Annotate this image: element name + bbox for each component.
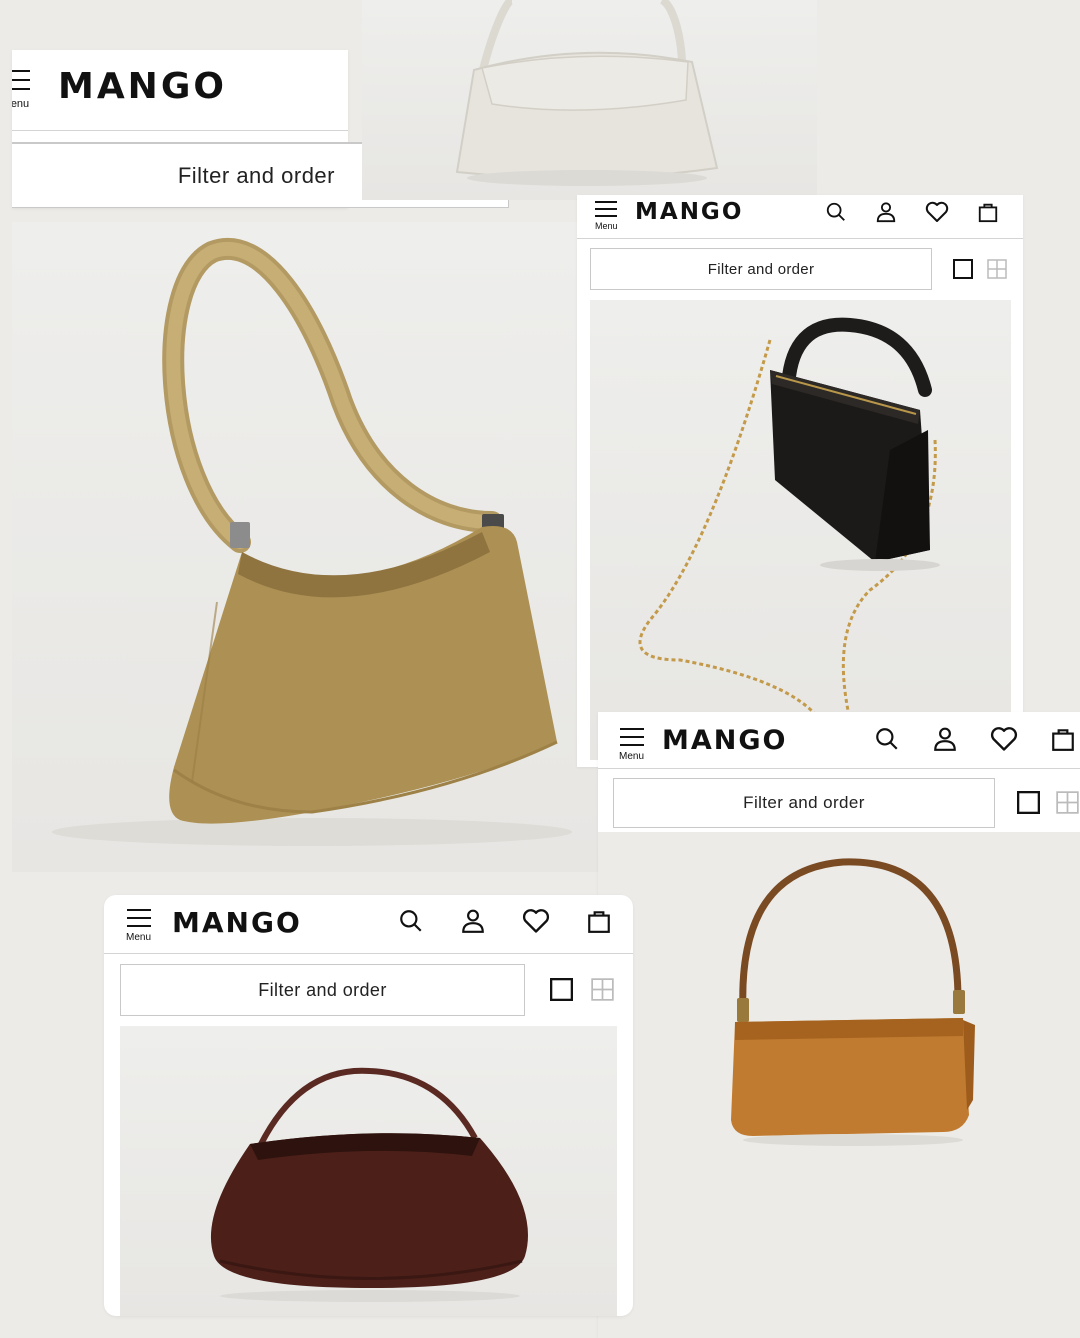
wishlist-heart-icon[interactable] (925, 201, 949, 223)
search-icon[interactable] (825, 201, 847, 223)
hamburger-icon (126, 909, 151, 927)
menu-label: Menu (595, 221, 618, 231)
menu-label: Menu (619, 751, 645, 762)
grid-view-icon[interactable] (987, 259, 1007, 279)
view-toggle (550, 978, 614, 1001)
caramel-croc-bag-illustration (731, 858, 975, 1146)
mango-logo[interactable]: MANGO (172, 906, 302, 939)
account-icon[interactable] (932, 726, 958, 752)
shopping-bag-icon[interactable] (977, 201, 999, 223)
header-icons (825, 201, 999, 223)
panel-right-caramel-bag: Menu MANGO Filter and order (598, 712, 1080, 1338)
account-icon[interactable] (875, 201, 897, 223)
wishlist-heart-icon[interactable] (522, 908, 550, 934)
mango-logo[interactable]: MANGO (662, 725, 787, 756)
menu-label: Menu (126, 932, 152, 943)
search-icon[interactable] (874, 726, 900, 752)
view-toggle (953, 259, 1007, 279)
shopping-bag-icon[interactable] (586, 908, 612, 934)
black-chain-bag-illustration (638, 317, 940, 721)
filter-and-order-label: Filter and order (177, 162, 335, 188)
header-icons (398, 908, 612, 934)
hamburger-icon (595, 201, 618, 217)
mango-logo[interactable]: MANGO (635, 199, 743, 225)
product-image-tan-shoulder-bag[interactable] (12, 222, 598, 872)
header-divider (104, 953, 633, 954)
grid-view-icon[interactable] (1056, 791, 1079, 814)
menu-label: enu (12, 98, 30, 110)
shopping-bag-icon[interactable] (1050, 726, 1076, 752)
view-toggle (1017, 791, 1079, 814)
single-column-view-icon[interactable] (1017, 791, 1040, 814)
header-divider (12, 130, 348, 131)
white-croc-bag-illustration (455, 0, 719, 186)
filter-and-order-label: Filter and order (743, 793, 865, 812)
panel-bottom-left-burgundy-bag: Menu MANGO Filter and order (104, 895, 633, 1316)
menu-button[interactable]: Menu (595, 201, 618, 231)
tan-shoulder-bag-illustration (52, 238, 572, 846)
mango-logo[interactable]: MANGO (58, 66, 227, 107)
filter-and-order-label: Filter and order (707, 260, 815, 278)
product-image-white-croc-bag[interactable] (362, 0, 817, 200)
filter-and-order-button[interactable]: Filter and order (613, 778, 995, 828)
filter-and-order-button[interactable]: Filter and order (590, 248, 932, 290)
panel-right-black-bag: Menu MANGO Filter and order (577, 195, 1023, 767)
filter-and-order-label: Filter and order (258, 979, 387, 1000)
search-icon[interactable] (398, 908, 424, 934)
product-image-black-chain-bag[interactable] (590, 300, 1011, 760)
header-divider (598, 768, 1080, 769)
grid-view-icon[interactable] (591, 978, 614, 1001)
menu-button[interactable]: Menu (126, 909, 151, 943)
burgundy-bag-illustration (210, 1067, 528, 1302)
header-icons (874, 726, 1076, 752)
product-image-caramel-croc-bag[interactable] (613, 840, 1080, 1330)
menu-button[interactable]: enu (12, 70, 30, 110)
single-column-view-icon[interactable] (953, 259, 973, 279)
filter-and-order-button[interactable]: Filter and order (120, 964, 525, 1016)
menu-button[interactable]: Menu (619, 728, 644, 762)
single-column-view-icon[interactable] (550, 978, 573, 1001)
hamburger-icon (619, 728, 644, 746)
wishlist-heart-icon[interactable] (990, 726, 1018, 752)
hamburger-icon (12, 70, 30, 90)
product-image-burgundy-bag[interactable] (120, 1026, 617, 1316)
account-icon[interactable] (460, 908, 486, 934)
header-divider (577, 238, 1023, 239)
